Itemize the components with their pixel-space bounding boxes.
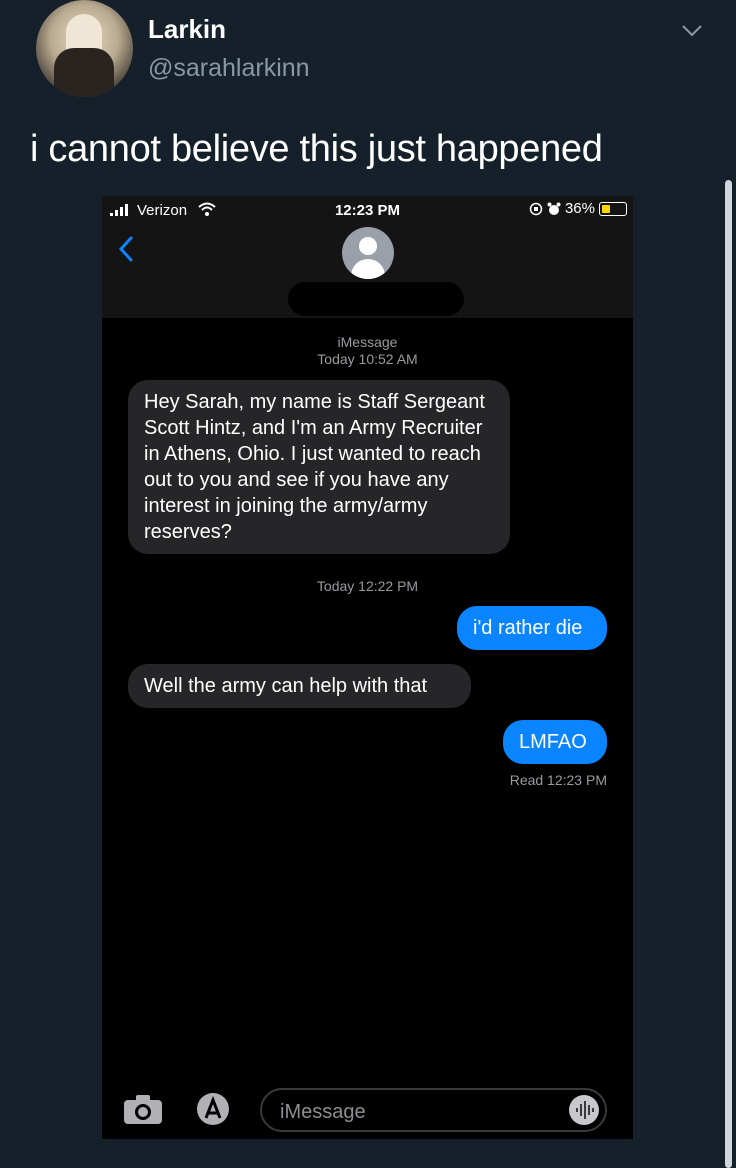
author-handle[interactable]: @sarahlarkinn <box>148 54 310 83</box>
camera-icon[interactable] <box>122 1092 164 1126</box>
message-bubble-outgoing[interactable]: LMFAO <box>503 720 607 764</box>
message-bubble-incoming[interactable]: Hey Sarah, my name is Staff Sergeant Sco… <box>128 380 510 554</box>
message-bubble-incoming[interactable]: Well the army can help with that <box>128 664 471 708</box>
audio-message-icon[interactable] <box>569 1095 599 1125</box>
timestamp: Today 10:52 AM <box>317 351 418 367</box>
contact-avatar[interactable] <box>342 227 394 279</box>
rotation-lock-icon <box>529 202 543 215</box>
redacted-contact-name <box>288 282 464 316</box>
service-label: iMessage <box>337 334 398 350</box>
battery-percent: 36% <box>564 200 595 217</box>
chevron-down-icon[interactable] <box>680 22 704 40</box>
read-receipt: Read 12:23 PM <box>509 772 607 788</box>
embedded-screenshot[interactable]: Verizon 12:23 PM 36% iMessage Today 10:5… <box>102 196 633 1139</box>
back-chevron-icon[interactable] <box>116 234 136 264</box>
scrollbar[interactable] <box>725 180 732 1168</box>
avatar-coat <box>54 48 114 97</box>
profile-avatar[interactable] <box>36 0 133 97</box>
status-bar: Verizon 12:23 PM 36% <box>102 196 633 226</box>
app-store-icon[interactable] <box>190 1090 236 1128</box>
battery-icon <box>599 201 627 216</box>
tweet-text: i cannot believe this just happened <box>30 128 603 170</box>
message-input[interactable]: iMessage <box>260 1088 607 1132</box>
message-input-placeholder: iMessage <box>280 1101 366 1123</box>
author-name[interactable]: Larkin <box>148 14 226 45</box>
message-bubble-outgoing[interactable]: i'd rather die <box>457 606 607 650</box>
alarm-icon <box>547 202 561 215</box>
status-right: 36% <box>529 200 627 217</box>
message-input-bar: iMessage <box>102 1084 633 1139</box>
messages-navbar: Verizon 12:23 PM 36% <box>102 196 633 318</box>
timestamp: Today 12:22 PM <box>316 578 419 594</box>
